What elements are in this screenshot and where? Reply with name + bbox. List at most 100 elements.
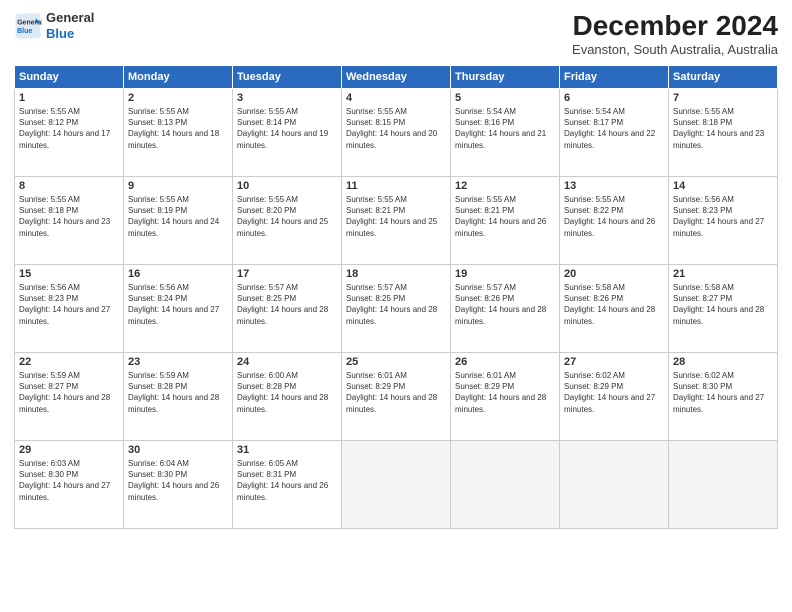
day-number: 5 bbox=[455, 92, 555, 104]
day-info: Sunrise: 5:55 AMSunset: 8:21 PMDaylight:… bbox=[346, 194, 446, 239]
day-number: 23 bbox=[128, 356, 228, 368]
day-number: 11 bbox=[346, 180, 446, 192]
title-block: December 2024 Evanston, South Australia,… bbox=[572, 10, 778, 57]
svg-text:General: General bbox=[17, 19, 42, 26]
day-info: Sunrise: 5:55 AMSunset: 8:21 PMDaylight:… bbox=[455, 194, 555, 239]
day-info: Sunrise: 6:01 AMSunset: 8:29 PMDaylight:… bbox=[346, 370, 446, 415]
day-cell-21: 21 Sunrise: 5:58 AMSunset: 8:27 PMDaylig… bbox=[669, 265, 778, 353]
day-info: Sunrise: 5:58 AMSunset: 8:27 PMDaylight:… bbox=[673, 282, 773, 327]
day-number: 9 bbox=[128, 180, 228, 192]
day-cell-27: 27 Sunrise: 6:02 AMSunset: 8:29 PMDaylig… bbox=[560, 353, 669, 441]
day-info: Sunrise: 5:54 AMSunset: 8:17 PMDaylight:… bbox=[564, 106, 664, 151]
day-info: Sunrise: 6:02 AMSunset: 8:30 PMDaylight:… bbox=[673, 370, 773, 415]
calendar-row: 15 Sunrise: 5:56 AMSunset: 8:23 PMDaylig… bbox=[15, 265, 778, 353]
day-number: 29 bbox=[19, 444, 119, 456]
logo-icon: General Blue bbox=[14, 12, 42, 40]
day-cell-28: 28 Sunrise: 6:02 AMSunset: 8:30 PMDaylig… bbox=[669, 353, 778, 441]
day-cell-31: 31 Sunrise: 6:05 AMSunset: 8:31 PMDaylig… bbox=[233, 441, 342, 529]
empty-cell bbox=[342, 441, 451, 529]
header: General Blue General Blue December 2024 … bbox=[14, 10, 778, 57]
day-number: 30 bbox=[128, 444, 228, 456]
col-wednesday: Wednesday bbox=[342, 66, 451, 89]
day-number: 22 bbox=[19, 356, 119, 368]
day-cell-10: 10 Sunrise: 5:55 AMSunset: 8:20 PMDaylig… bbox=[233, 177, 342, 265]
logo-text: General Blue bbox=[46, 10, 94, 41]
day-cell-20: 20 Sunrise: 5:58 AMSunset: 8:26 PMDaylig… bbox=[560, 265, 669, 353]
calendar-row: 29 Sunrise: 6:03 AMSunset: 8:30 PMDaylig… bbox=[15, 441, 778, 529]
day-cell-3: 3 Sunrise: 5:55 AMSunset: 8:14 PMDayligh… bbox=[233, 89, 342, 177]
day-info: Sunrise: 5:58 AMSunset: 8:26 PMDaylight:… bbox=[564, 282, 664, 327]
day-number: 20 bbox=[564, 268, 664, 280]
col-monday: Monday bbox=[124, 66, 233, 89]
day-cell-12: 12 Sunrise: 5:55 AMSunset: 8:21 PMDaylig… bbox=[451, 177, 560, 265]
calendar-body: 1 Sunrise: 5:55 AMSunset: 8:12 PMDayligh… bbox=[15, 89, 778, 529]
day-cell-7: 7 Sunrise: 5:55 AMSunset: 8:18 PMDayligh… bbox=[669, 89, 778, 177]
day-number: 15 bbox=[19, 268, 119, 280]
day-number: 16 bbox=[128, 268, 228, 280]
day-info: Sunrise: 5:57 AMSunset: 8:26 PMDaylight:… bbox=[455, 282, 555, 327]
day-cell-18: 18 Sunrise: 5:57 AMSunset: 8:25 PMDaylig… bbox=[342, 265, 451, 353]
day-info: Sunrise: 5:55 AMSunset: 8:14 PMDaylight:… bbox=[237, 106, 337, 151]
day-number: 10 bbox=[237, 180, 337, 192]
empty-cell bbox=[451, 441, 560, 529]
day-number: 18 bbox=[346, 268, 446, 280]
day-info: Sunrise: 5:57 AMSunset: 8:25 PMDaylight:… bbox=[346, 282, 446, 327]
logo: General Blue General Blue bbox=[14, 10, 94, 41]
day-cell-5: 5 Sunrise: 5:54 AMSunset: 8:16 PMDayligh… bbox=[451, 89, 560, 177]
day-info: Sunrise: 5:55 AMSunset: 8:13 PMDaylight:… bbox=[128, 106, 228, 151]
col-saturday: Saturday bbox=[669, 66, 778, 89]
day-cell-15: 15 Sunrise: 5:56 AMSunset: 8:23 PMDaylig… bbox=[15, 265, 124, 353]
col-thursday: Thursday bbox=[451, 66, 560, 89]
calendar-header-row: Sunday Monday Tuesday Wednesday Thursday… bbox=[15, 66, 778, 89]
day-number: 4 bbox=[346, 92, 446, 104]
day-info: Sunrise: 6:04 AMSunset: 8:30 PMDaylight:… bbox=[128, 458, 228, 503]
day-info: Sunrise: 5:55 AMSunset: 8:12 PMDaylight:… bbox=[19, 106, 119, 151]
logo-blue: Blue bbox=[46, 26, 74, 41]
day-info: Sunrise: 5:55 AMSunset: 8:15 PMDaylight:… bbox=[346, 106, 446, 151]
day-cell-23: 23 Sunrise: 5:59 AMSunset: 8:28 PMDaylig… bbox=[124, 353, 233, 441]
day-info: Sunrise: 5:55 AMSunset: 8:20 PMDaylight:… bbox=[237, 194, 337, 239]
day-number: 21 bbox=[673, 268, 773, 280]
day-number: 1 bbox=[19, 92, 119, 104]
day-cell-16: 16 Sunrise: 5:56 AMSunset: 8:24 PMDaylig… bbox=[124, 265, 233, 353]
day-number: 19 bbox=[455, 268, 555, 280]
day-number: 28 bbox=[673, 356, 773, 368]
day-cell-25: 25 Sunrise: 6:01 AMSunset: 8:29 PMDaylig… bbox=[342, 353, 451, 441]
day-info: Sunrise: 5:59 AMSunset: 8:28 PMDaylight:… bbox=[128, 370, 228, 415]
day-info: Sunrise: 5:57 AMSunset: 8:25 PMDaylight:… bbox=[237, 282, 337, 327]
col-sunday: Sunday bbox=[15, 66, 124, 89]
day-info: Sunrise: 6:02 AMSunset: 8:29 PMDaylight:… bbox=[564, 370, 664, 415]
day-cell-11: 11 Sunrise: 5:55 AMSunset: 8:21 PMDaylig… bbox=[342, 177, 451, 265]
col-friday: Friday bbox=[560, 66, 669, 89]
location: Evanston, South Australia, Australia bbox=[572, 42, 778, 57]
day-info: Sunrise: 5:55 AMSunset: 8:19 PMDaylight:… bbox=[128, 194, 228, 239]
day-number: 13 bbox=[564, 180, 664, 192]
day-cell-13: 13 Sunrise: 5:55 AMSunset: 8:22 PMDaylig… bbox=[560, 177, 669, 265]
day-cell-22: 22 Sunrise: 5:59 AMSunset: 8:27 PMDaylig… bbox=[15, 353, 124, 441]
day-number: 7 bbox=[673, 92, 773, 104]
day-info: Sunrise: 5:56 AMSunset: 8:24 PMDaylight:… bbox=[128, 282, 228, 327]
day-number: 26 bbox=[455, 356, 555, 368]
day-cell-8: 8 Sunrise: 5:55 AMSunset: 8:18 PMDayligh… bbox=[15, 177, 124, 265]
day-number: 8 bbox=[19, 180, 119, 192]
day-cell-1: 1 Sunrise: 5:55 AMSunset: 8:12 PMDayligh… bbox=[15, 89, 124, 177]
day-info: Sunrise: 5:55 AMSunset: 8:22 PMDaylight:… bbox=[564, 194, 664, 239]
day-number: 25 bbox=[346, 356, 446, 368]
day-info: Sunrise: 6:05 AMSunset: 8:31 PMDaylight:… bbox=[237, 458, 337, 503]
day-cell-2: 2 Sunrise: 5:55 AMSunset: 8:13 PMDayligh… bbox=[124, 89, 233, 177]
day-number: 27 bbox=[564, 356, 664, 368]
day-number: 17 bbox=[237, 268, 337, 280]
day-cell-19: 19 Sunrise: 5:57 AMSunset: 8:26 PMDaylig… bbox=[451, 265, 560, 353]
day-cell-17: 17 Sunrise: 5:57 AMSunset: 8:25 PMDaylig… bbox=[233, 265, 342, 353]
day-number: 12 bbox=[455, 180, 555, 192]
empty-cell bbox=[669, 441, 778, 529]
calendar-row: 22 Sunrise: 5:59 AMSunset: 8:27 PMDaylig… bbox=[15, 353, 778, 441]
day-cell-6: 6 Sunrise: 5:54 AMSunset: 8:17 PMDayligh… bbox=[560, 89, 669, 177]
day-info: Sunrise: 6:01 AMSunset: 8:29 PMDaylight:… bbox=[455, 370, 555, 415]
month-title: December 2024 bbox=[572, 10, 778, 42]
day-number: 14 bbox=[673, 180, 773, 192]
day-cell-24: 24 Sunrise: 6:00 AMSunset: 8:28 PMDaylig… bbox=[233, 353, 342, 441]
day-info: Sunrise: 6:00 AMSunset: 8:28 PMDaylight:… bbox=[237, 370, 337, 415]
day-number: 24 bbox=[237, 356, 337, 368]
calendar-row: 8 Sunrise: 5:55 AMSunset: 8:18 PMDayligh… bbox=[15, 177, 778, 265]
